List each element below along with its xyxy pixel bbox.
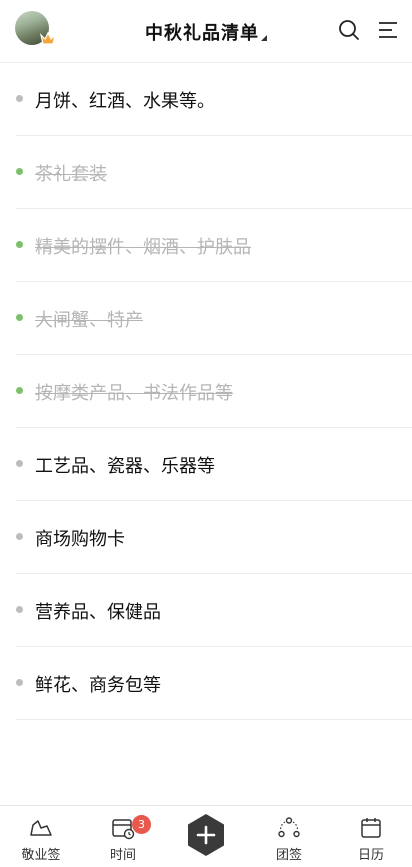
notification-badge: 3 [132, 815, 151, 834]
search-icon[interactable] [337, 18, 361, 42]
list-item-text: 月饼、红酒、水果等。 [35, 91, 215, 112]
tab-label: 团签 [275, 848, 302, 863]
tab-calendar[interactable]: 日历 [330, 806, 412, 867]
calendar-icon [361, 818, 381, 838]
gift-list: 月饼、红酒、水果等。 茶礼套装 精美的摆件、烟酒、护肤品 大闸蟹、特产 按摩类产… [0, 63, 412, 720]
list-item[interactable]: 鲜花、商务包等 [16, 647, 412, 720]
status-dot [16, 460, 23, 467]
status-dot [16, 606, 23, 613]
status-dot [16, 387, 23, 394]
menu-icon[interactable] [376, 18, 400, 42]
list-item[interactable]: 茶礼套装 [16, 136, 412, 209]
list-item-text: 工艺品、瓷器、乐器等 [35, 456, 215, 477]
status-dot [16, 679, 23, 686]
list-item-text: 营养品、保健品 [35, 602, 161, 623]
calendar-clock-icon [112, 819, 135, 840]
list-item[interactable]: 大闸蟹、特产 [16, 282, 412, 355]
list-item[interactable]: 营养品、保健品 [16, 574, 412, 647]
list-item-text: 大闸蟹、特产 [35, 310, 143, 331]
list-item[interactable]: 商场购物卡 [16, 501, 412, 574]
tab-group[interactable]: 团签 [248, 806, 330, 867]
note-icon [30, 820, 52, 836]
status-dot [16, 241, 23, 248]
status-dot [16, 314, 23, 321]
tab-label: 日历 [357, 848, 384, 863]
status-dot [16, 168, 23, 175]
top-bar: 中秋礼品清单 [0, 0, 412, 63]
list-item-text: 按摩类产品、书法作品等 [35, 383, 233, 404]
tab-label: 时间 [109, 848, 136, 863]
list-item[interactable]: 按摩类产品、书法作品等 [16, 355, 412, 428]
group-icon [278, 817, 300, 838]
list-item[interactable]: 工艺品、瓷器、乐器等 [16, 428, 412, 501]
list-item-text: 茶礼套装 [35, 164, 107, 185]
list-item[interactable]: 精美的摆件、烟酒、护肤品 [16, 209, 412, 282]
add-icon[interactable] [183, 812, 229, 858]
tab-label: 敬业签 [21, 848, 61, 863]
dropdown-caret-icon [261, 35, 267, 41]
status-dot [16, 95, 23, 102]
page-title: 中秋礼品清单 [145, 23, 259, 44]
list-item-text: 鲜花、商务包等 [35, 675, 161, 696]
tab-time[interactable]: 3 时间 [82, 806, 164, 867]
status-dot [16, 533, 23, 540]
list-item[interactable]: 月饼、红酒、水果等。 [16, 63, 412, 136]
list-item-text: 精美的摆件、烟酒、护肤品 [35, 237, 251, 258]
tab-notes[interactable]: 敬业签 [0, 806, 82, 867]
list-item-text: 商场购物卡 [35, 529, 125, 550]
